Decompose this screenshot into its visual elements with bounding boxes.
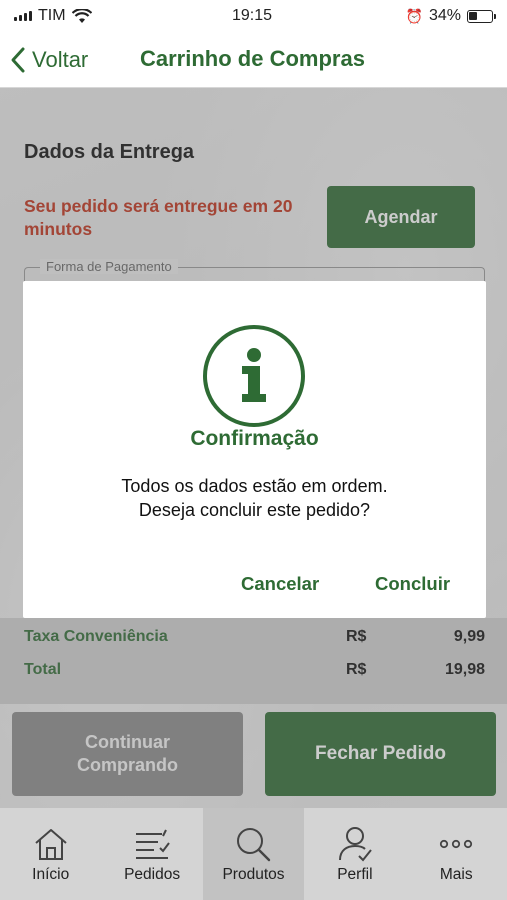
status-right: ⏰ 34%: [405, 7, 496, 25]
chevron-left-icon: [11, 47, 25, 73]
tab-profile[interactable]: Perfil: [304, 808, 405, 900]
dialog-message: Todos os dados estão em ordem. Deseja co…: [23, 474, 486, 522]
battery-icon: [467, 9, 496, 23]
tab-home[interactable]: Início: [0, 808, 101, 900]
tab-bar: Início Pedidos Produtos Perfil Mais: [0, 808, 507, 900]
status-left: TIM: [14, 7, 92, 25]
tab-orders[interactable]: Pedidos: [101, 808, 202, 900]
wifi-icon: [71, 8, 92, 23]
tab-products[interactable]: Produtos: [202, 808, 305, 900]
carrier-name: TIM: [38, 7, 66, 24]
confirmation-dialog: Confirmação Todos os dados estão em orde…: [23, 281, 486, 618]
back-button[interactable]: Voltar: [10, 42, 88, 78]
list-icon: [136, 829, 170, 859]
tab-label: Produtos: [222, 866, 285, 883]
clock: 19:15: [232, 7, 273, 24]
dialog-message-line: Deseja concluir este pedido?: [138, 500, 371, 520]
battery-percent: 34%: [428, 7, 461, 24]
more-icon: [440, 839, 473, 849]
info-glyph-icon: [242, 348, 266, 402]
back-label: Voltar: [32, 47, 89, 72]
alarm-icon: ⏰: [405, 7, 423, 24]
info-icon: [203, 325, 305, 427]
home-icon: [35, 829, 67, 860]
tab-label: Mais: [439, 866, 473, 883]
tab-label: Pedidos: [124, 866, 181, 883]
cancel-button[interactable]: Cancelar: [241, 573, 319, 595]
tab-label: Perfil: [337, 866, 373, 883]
tab-label: Início: [32, 866, 70, 883]
signal-icon: [14, 11, 32, 21]
confirm-button[interactable]: Concluir: [375, 573, 450, 595]
search-icon: [237, 828, 271, 862]
page-title: Carrinho de Compras: [140, 46, 365, 71]
dialog-message-line: Todos os dados estão em ordem.: [121, 476, 388, 496]
nav-bar: Voltar Carrinho de Compras: [0, 32, 507, 88]
status-bar: TIM 19:15 ⏰ 34%: [0, 0, 507, 32]
tab-more[interactable]: Mais: [406, 808, 507, 900]
dialog-title: Confirmação: [190, 427, 319, 450]
profile-icon: [338, 827, 372, 862]
